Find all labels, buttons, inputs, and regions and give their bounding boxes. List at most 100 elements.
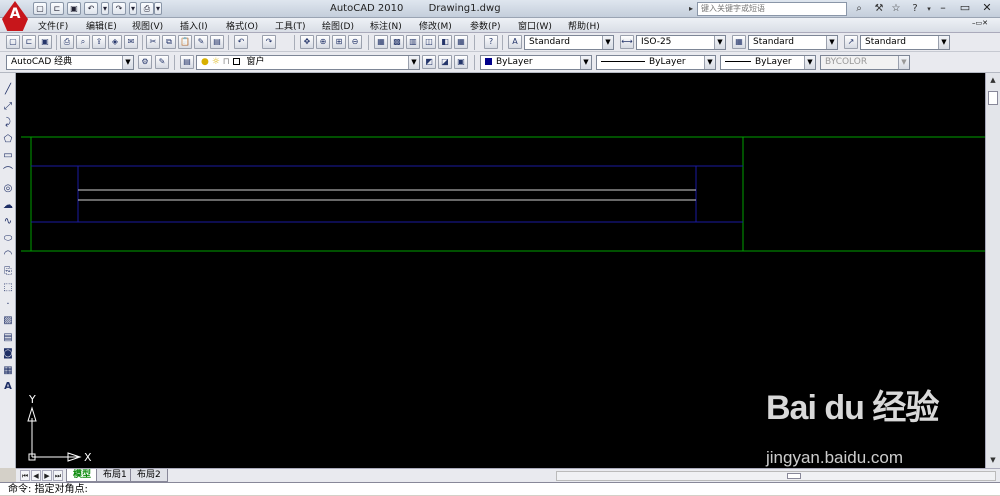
menu-parametric[interactable]: 参数(P) xyxy=(470,19,500,32)
layer-select[interactable]: ● ☼ ⊓ 窗户 ▼ xyxy=(196,55,420,70)
ellipse-arc-icon[interactable]: ◠ xyxy=(1,248,15,262)
lineweight-select[interactable]: ByLayer ▼ xyxy=(720,55,816,70)
drawing-canvas[interactable]: Y X Bai du 经验 jingyan.baidu.com xyxy=(16,73,985,468)
text-style-select[interactable]: Standard ▼ xyxy=(524,35,614,50)
menu-draw[interactable]: 绘图(D) xyxy=(322,19,354,32)
hatch-icon[interactable]: ▨ xyxy=(1,314,15,328)
insert-block-icon[interactable]: ⎘ xyxy=(1,265,15,279)
save-file-icon[interactable]: ▣ xyxy=(38,35,52,49)
circle-icon[interactable]: ◎ xyxy=(1,182,15,196)
favorites-icon[interactable]: ☆ xyxy=(889,2,903,16)
menu-tools[interactable]: 工具(T) xyxy=(275,19,306,32)
scroll-down-icon[interactable]: ▼ xyxy=(987,454,999,466)
plot-preview-icon[interactable]: ⌕ xyxy=(76,35,90,49)
open-file-icon[interactable]: ⊏ xyxy=(22,35,36,49)
dim-style-icon[interactable]: ⟷ xyxy=(620,35,634,49)
new-icon[interactable]: ▢ xyxy=(33,2,47,15)
layer-previous-icon[interactable]: ◪ xyxy=(438,55,452,69)
search-input[interactable]: 键入关键字或短语 xyxy=(697,2,847,16)
menu-modify[interactable]: 修改(M) xyxy=(419,19,452,32)
last-tab-icon[interactable]: ⏭ xyxy=(53,470,63,481)
spline-icon[interactable]: ∿ xyxy=(1,215,15,229)
scroll-up-icon[interactable]: ▲ xyxy=(987,74,999,86)
next-tab-icon[interactable]: ▶ xyxy=(42,470,52,481)
redo-dropdown-icon[interactable]: ▾ xyxy=(129,2,137,15)
redo-icon[interactable]: ↷ xyxy=(112,2,126,15)
table-icon[interactable]: ▦ xyxy=(1,364,15,378)
dim-style-select[interactable]: ISO-25 ▼ xyxy=(636,35,726,50)
make-current-layer-icon[interactable]: ◩ xyxy=(422,55,436,69)
layer-properties-icon[interactable]: ▤ xyxy=(180,55,194,69)
arc-icon[interactable]: ⌒ xyxy=(1,166,15,180)
text-style-icon[interactable]: A xyxy=(508,35,522,49)
zoom-previous-icon[interactable]: ⊖ xyxy=(348,35,362,49)
tab-layout1[interactable]: 布局1 xyxy=(96,469,134,482)
menu-file[interactable]: 文件(F) xyxy=(38,19,68,32)
application-menu-button[interactable]: A xyxy=(2,1,28,31)
horizontal-scrollbar[interactable] xyxy=(556,471,996,481)
search-icon[interactable]: ⌕ xyxy=(852,2,866,16)
menu-format[interactable]: 格式(O) xyxy=(226,19,258,32)
make-block-icon[interactable]: ⬚ xyxy=(1,281,15,295)
polyline-icon[interactable]: ⤸ xyxy=(1,116,15,130)
etransmit-icon[interactable]: ✉ xyxy=(124,35,138,49)
linetype-select[interactable]: ByLayer ▼ xyxy=(596,55,716,70)
workspace-icon[interactable]: ✎ xyxy=(155,55,169,69)
polygon-icon[interactable]: ⬠ xyxy=(1,133,15,147)
publish-icon[interactable]: ⇪ xyxy=(92,35,106,49)
design-center-icon[interactable]: ▩ xyxy=(390,35,404,49)
paste-icon[interactable]: 📋 xyxy=(178,35,192,49)
menu-dimension[interactable]: 标注(N) xyxy=(370,19,402,32)
help-toolbar-icon[interactable]: ? xyxy=(484,35,498,49)
revision-cloud-icon[interactable]: ☁ xyxy=(1,199,15,213)
plot-icon[interactable]: ⎙ xyxy=(140,2,154,15)
menu-window-controls[interactable]: –▭✕ xyxy=(972,19,988,27)
construction-line-icon[interactable]: ⤢ xyxy=(1,100,15,114)
markup-icon[interactable]: ◧ xyxy=(438,35,452,49)
mleader-style-select[interactable]: Standard ▼ xyxy=(860,35,950,50)
menu-edit[interactable]: 编辑(E) xyxy=(86,19,117,32)
properties-icon[interactable]: ▦ xyxy=(374,35,388,49)
workspace-settings-icon[interactable]: ⚙ xyxy=(138,55,152,69)
table-style-select[interactable]: Standard ▼ xyxy=(748,35,838,50)
cut-icon[interactable]: ✂ xyxy=(146,35,160,49)
quick-access-dropdown-icon[interactable]: ▾ xyxy=(154,2,162,15)
line-icon[interactable]: ╱ xyxy=(1,83,15,97)
vertical-scrollbar[interactable]: ▲ ▼ xyxy=(985,73,1000,468)
menu-insert[interactable]: 插入(I) xyxy=(180,19,208,32)
tab-layout2[interactable]: 布局2 xyxy=(130,469,168,482)
menu-view[interactable]: 视图(V) xyxy=(132,19,163,32)
open-icon[interactable]: ⊏ xyxy=(50,2,64,15)
ellipse-icon[interactable]: ⬭ xyxy=(1,232,15,246)
pan-icon[interactable]: ✥ xyxy=(300,35,314,49)
match-properties-icon[interactable]: ✎ xyxy=(194,35,208,49)
zoom-window-icon[interactable]: ⊞ xyxy=(332,35,346,49)
gradient-icon[interactable]: ▤ xyxy=(1,331,15,345)
minimize-button[interactable]: – xyxy=(932,1,954,16)
undo-toolbar-icon[interactable]: ↶ xyxy=(234,35,248,49)
undo-dropdown-icon[interactable]: ▾ xyxy=(101,2,109,15)
table-style-icon[interactable]: ▦ xyxy=(732,35,746,49)
vertical-scroll-thumb[interactable] xyxy=(988,91,998,105)
point-icon[interactable]: · xyxy=(1,298,15,312)
first-tab-icon[interactable]: ⏮ xyxy=(20,470,30,481)
close-button[interactable]: ✕ xyxy=(976,1,998,16)
region-icon[interactable]: ◙ xyxy=(1,347,15,361)
communication-center-icon[interactable]: ⚒ xyxy=(872,2,886,16)
help-icon[interactable]: ? xyxy=(908,2,922,16)
search-expand-icon[interactable]: ▸ xyxy=(684,2,698,16)
3dprint-icon[interactable]: ◈ xyxy=(108,35,122,49)
rectangle-icon[interactable]: ▭ xyxy=(1,149,15,163)
command-line[interactable]: 命令: 指定对角点: xyxy=(0,482,1000,495)
tool-palettes-icon[interactable]: ▥ xyxy=(406,35,420,49)
horizontal-scroll-thumb[interactable] xyxy=(787,473,801,479)
undo-icon[interactable]: ↶ xyxy=(84,2,98,15)
block-editor-icon[interactable]: ▤ xyxy=(210,35,224,49)
color-select[interactable]: ByLayer ▼ xyxy=(480,55,592,70)
mtext-icon[interactable]: A xyxy=(1,380,15,394)
workspace-select[interactable]: AutoCAD 经典 ▼ xyxy=(6,55,134,70)
menu-help[interactable]: 帮助(H) xyxy=(568,19,600,32)
maximize-button[interactable]: ▭ xyxy=(954,1,976,16)
quickcalc-icon[interactable]: ▦ xyxy=(454,35,468,49)
tab-model[interactable]: 模型 xyxy=(66,469,99,482)
